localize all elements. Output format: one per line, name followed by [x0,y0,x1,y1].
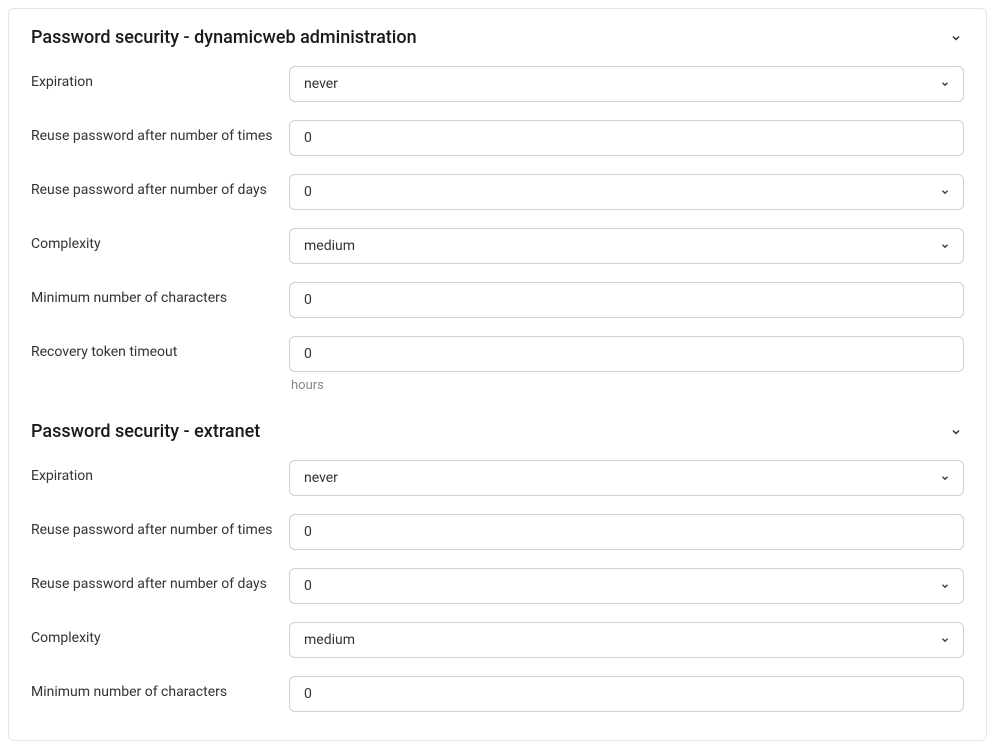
row-extranet-reuse-times: Reuse password after number of times [31,514,964,550]
section-header-extranet[interactable]: Password security - extranet [31,421,964,442]
select-extranet-reuse-days[interactable]: 0 [289,568,964,604]
label-extranet-reuse-days: Reuse password after number of days [31,568,289,592]
row-extranet-min-chars: Minimum number of characters [31,676,964,712]
row-extranet-reuse-days: Reuse password after number of days 0 [31,568,964,604]
input-admin-min-chars[interactable] [289,282,964,318]
section-password-extranet: Password security - extranet Expiration … [31,421,964,712]
label-admin-recovery-timeout: Recovery token timeout [31,336,289,360]
label-admin-expiration: Expiration [31,66,289,90]
input-admin-recovery-timeout[interactable] [289,336,964,372]
section-title-admin: Password security - dynamicweb administr… [31,27,417,48]
select-admin-complexity[interactable]: medium [289,228,964,264]
label-admin-reuse-times: Reuse password after number of times [31,120,289,144]
row-extranet-expiration: Expiration never [31,460,964,496]
row-admin-reuse-days: Reuse password after number of days 0 [31,174,964,210]
label-extranet-reuse-times: Reuse password after number of times [31,514,289,538]
label-extranet-min-chars: Minimum number of characters [31,676,289,700]
label-extranet-complexity: Complexity [31,622,289,646]
row-admin-expiration: Expiration never [31,66,964,102]
section-title-extranet: Password security - extranet [31,421,260,442]
section-header-admin[interactable]: Password security - dynamicweb administr… [31,27,964,48]
row-admin-reuse-times: Reuse password after number of times [31,120,964,156]
row-admin-complexity: Complexity medium [31,228,964,264]
select-admin-expiration[interactable]: never [289,66,964,102]
section-password-admin: Password security - dynamicweb administr… [31,27,964,393]
row-admin-min-chars: Minimum number of characters [31,282,964,318]
label-extranet-expiration: Expiration [31,460,289,484]
select-admin-reuse-days[interactable]: 0 [289,174,964,210]
label-admin-reuse-days: Reuse password after number of days [31,174,289,198]
settings-panel: Password security - dynamicweb administr… [8,8,987,741]
label-admin-min-chars: Minimum number of characters [31,282,289,306]
row-admin-recovery-timeout: Recovery token timeout hours [31,336,964,393]
select-extranet-expiration[interactable]: never [289,460,964,496]
label-admin-complexity: Complexity [31,228,289,252]
chevron-down-icon [948,30,964,46]
input-admin-reuse-times[interactable] [289,120,964,156]
input-extranet-min-chars[interactable] [289,676,964,712]
helper-admin-recovery-timeout: hours [289,378,964,393]
select-extranet-complexity[interactable]: medium [289,622,964,658]
input-extranet-reuse-times[interactable] [289,514,964,550]
chevron-down-icon [948,424,964,440]
row-extranet-complexity: Complexity medium [31,622,964,658]
